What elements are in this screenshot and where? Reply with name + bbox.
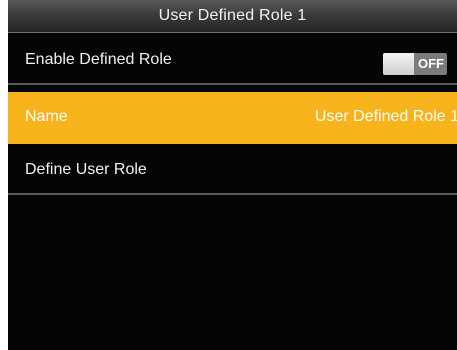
name-value: User Defined Role 1 <box>314 108 457 125</box>
menu-item-define-user-role[interactable]: Define User Role <box>8 147 457 195</box>
menu-item-enable-defined-role[interactable]: Enable Defined Role OFF <box>8 37 457 85</box>
menu-item-name[interactable]: Name User Defined Role 1 <box>8 92 457 144</box>
page-title: User Defined Role 1 <box>158 7 307 24</box>
menu-item-label: Define User Role <box>25 161 147 178</box>
menu-item-label: Name <box>25 108 68 125</box>
enable-role-toggle[interactable]: OFF <box>383 53 447 75</box>
row-divider <box>8 193 457 195</box>
toggle-state-label: OFF <box>418 56 444 71</box>
row-divider <box>8 83 457 85</box>
device-screen: User Defined Role 1 Enable Defined Role … <box>8 0 457 350</box>
title-bar: User Defined Role 1 <box>8 0 457 33</box>
toggle-knob <box>383 53 414 75</box>
menu-item-label: Enable Defined Role <box>25 51 172 68</box>
